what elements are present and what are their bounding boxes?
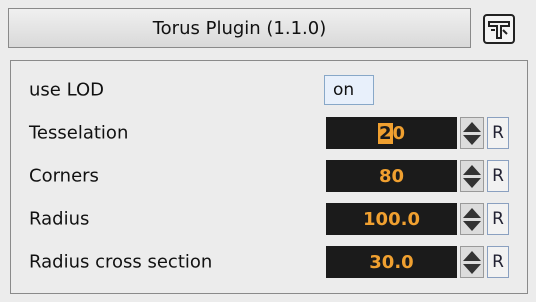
param-label: Tesselation (29, 122, 129, 144)
corners-reset-button[interactable]: R (487, 160, 509, 192)
param-label: Radius (29, 208, 90, 230)
corners-spinner[interactable] (460, 160, 484, 192)
tesselation-spinner[interactable] (460, 117, 484, 149)
param-row-radius: Radius 100.0 R (11, 200, 527, 238)
torus-plugin-panel: Torus Plugin (1.1.0) use LOD on Tesselat… (0, 0, 536, 302)
param-label: use LOD (29, 79, 104, 101)
param-row-use-lod: use LOD on (11, 71, 527, 109)
tesselation-field[interactable]: 20 (326, 117, 457, 149)
param-row-radius-cross-section: Radius cross section 30.0 R (11, 243, 527, 281)
param-row-corners: Corners 80 R (11, 157, 527, 195)
radius-cross-section-reset-button[interactable]: R (487, 246, 509, 278)
spin-down-icon[interactable] (463, 220, 481, 231)
use-lod-toggle[interactable]: on (324, 75, 374, 105)
plugin-title: Torus Plugin (1.1.0) (152, 17, 327, 39)
selected-text: 2 (377, 122, 393, 144)
spin-up-icon[interactable] (463, 250, 481, 261)
spin-up-icon[interactable] (463, 121, 481, 132)
radius-reset-button[interactable]: R (487, 203, 509, 235)
spin-down-icon[interactable] (463, 263, 481, 274)
radius-cross-section-spinner[interactable] (460, 246, 484, 278)
unselected-text: 0 (392, 122, 406, 144)
radius-field[interactable]: 100.0 (326, 203, 457, 235)
plugin-logo-icon[interactable] (479, 10, 519, 48)
plugin-title-bar: Torus Plugin (1.1.0) (8, 8, 471, 48)
tesselation-reset-button[interactable]: R (487, 117, 509, 149)
parameters-panel: use LOD on Tesselation 20 R Corners 80 R (10, 60, 528, 294)
param-label: Radius cross section (29, 251, 213, 273)
spin-down-icon[interactable] (463, 134, 481, 145)
corners-field[interactable]: 80 (326, 160, 457, 192)
spin-up-icon[interactable] (463, 207, 481, 218)
param-row-tesselation: Tesselation 20 R (11, 114, 527, 152)
spin-down-icon[interactable] (463, 177, 481, 188)
radius-spinner[interactable] (460, 203, 484, 235)
spin-up-icon[interactable] (463, 164, 481, 175)
radius-cross-section-field[interactable]: 30.0 (326, 246, 457, 278)
param-label: Corners (29, 165, 99, 187)
